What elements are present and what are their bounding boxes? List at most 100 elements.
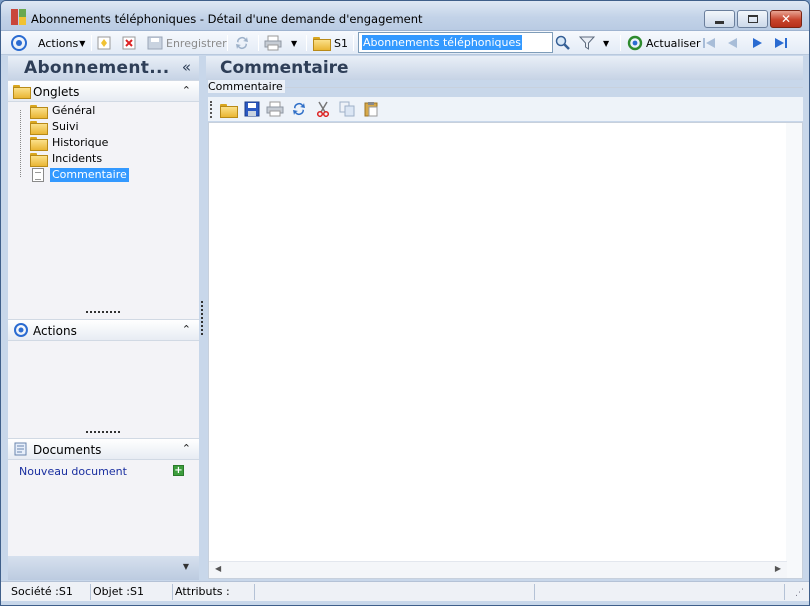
vertical-scrollbar[interactable] <box>786 123 802 578</box>
maximize-button[interactable] <box>737 10 768 28</box>
folder-icon <box>30 104 48 119</box>
filter-icon <box>579 36 595 50</box>
delete-button[interactable] <box>122 34 136 52</box>
last-record-button[interactable] <box>773 34 789 52</box>
status-bar: Société :S1 Objet :S1 Attributs : ⋰ <box>1 581 809 601</box>
vertical-splitter[interactable] <box>201 301 203 335</box>
splitter-grip[interactable] <box>86 311 120 314</box>
folder-icon <box>30 120 48 135</box>
save-button[interactable]: Enregistrer <box>147 34 227 52</box>
search-input[interactable]: Abonnements téléphoniques <box>358 32 553 53</box>
minimize-button[interactable] <box>704 10 735 28</box>
document-icon <box>32 167 44 182</box>
open-button[interactable] <box>220 101 238 119</box>
previous-icon <box>728 38 737 48</box>
tabs-section-header[interactable]: Onglets ⌃ <box>8 80 199 102</box>
refresh-icon <box>627 35 643 51</box>
window-title: Abonnements téléphoniques - Détail d'une… <box>31 12 423 26</box>
actions-menu-button[interactable]: Actions ▼ <box>38 34 85 52</box>
paste-button[interactable] <box>363 100 379 118</box>
new-record-button[interactable] <box>97 34 111 52</box>
collapse-chevron-icon[interactable]: ⌃ <box>182 84 191 97</box>
target-icon <box>14 323 28 337</box>
scroll-right-icon[interactable]: ▶ <box>775 564 781 573</box>
scroll-left-icon[interactable]: ◀ <box>215 564 221 573</box>
collapse-chevron-icon[interactable]: ⌃ <box>182 323 191 336</box>
target-icon[interactable] <box>11 34 27 52</box>
search-value: Abonnements téléphoniques <box>362 35 523 50</box>
folder-open-icon <box>220 104 238 118</box>
status-objet: Objet :S1 <box>91 584 173 600</box>
title-bar[interactable]: Abonnements téléphoniques - Détail d'une… <box>1 1 809 31</box>
tree-item-commentaire[interactable]: Commentaire <box>30 167 129 182</box>
s1-folder-button[interactable]: S1 <box>313 34 348 52</box>
resize-grip-icon[interactable]: ⋰ <box>795 588 804 598</box>
folder-icon <box>313 37 331 51</box>
dropdown-arrow-icon: ▼ <box>291 38 298 48</box>
comment-editor[interactable]: ◀ ▶ <box>208 122 803 579</box>
editor-toolbar <box>208 97 803 121</box>
copy-icon <box>339 101 355 117</box>
editor-save-button[interactable] <box>244 100 260 118</box>
print-button[interactable]: ▼ <box>264 34 297 52</box>
tree-item-label: Incidents <box>52 151 103 165</box>
copy-button[interactable] <box>339 100 355 118</box>
tree-item-general[interactable]: Général <box>30 103 97 119</box>
tabs-section-label: Onglets <box>33 85 80 99</box>
tree-item-label: Commentaire <box>50 167 129 182</box>
left-panel-header: Abonnement... « <box>8 56 199 80</box>
s1-label: S1 <box>334 36 348 50</box>
folder-icon <box>30 136 48 151</box>
tree-item-incidents[interactable]: Incidents <box>30 151 104 167</box>
tree-item-historique[interactable]: Historique <box>30 135 110 151</box>
application-window: Abonnements téléphoniques - Détail d'une… <box>0 0 810 606</box>
save-icon <box>244 101 260 117</box>
last-icon <box>775 38 787 48</box>
app-icon <box>11 9 27 25</box>
sync-icon <box>236 37 248 50</box>
sync-button[interactable] <box>234 34 250 52</box>
search-button[interactable] <box>555 34 571 52</box>
close-button[interactable]: ✕ <box>770 10 802 28</box>
group-divider <box>271 87 803 88</box>
dropdown-arrow-icon: ▼ <box>79 38 86 48</box>
add-document-icon[interactable]: + <box>173 465 184 476</box>
left-panel: Abonnement... « Onglets ⌃ Général Suivi … <box>8 56 199 580</box>
content-header: Commentaire <box>206 56 803 80</box>
cut-button[interactable] <box>315 100 331 118</box>
refresh-button[interactable]: Actualiser <box>627 34 701 52</box>
new-document-link[interactable]: Nouveau document <box>19 465 127 478</box>
save-label: Enregistrer <box>166 36 227 50</box>
new-record-icon <box>97 36 111 50</box>
folder-icon <box>30 152 48 167</box>
first-icon <box>703 38 715 48</box>
tree-item-label: Général <box>52 103 96 117</box>
print-icon <box>266 101 284 117</box>
sync-icon <box>293 103 305 115</box>
content-title: Commentaire <box>220 58 349 78</box>
folder-icon <box>13 85 31 99</box>
first-record-button[interactable] <box>701 34 717 52</box>
dropdown-arrow-icon: ▼ <box>603 38 610 48</box>
previous-record-button[interactable] <box>725 34 741 52</box>
horizontal-scrollbar[interactable]: ◀ ▶ <box>209 561 787 578</box>
editor-print-button[interactable] <box>266 100 284 118</box>
status-field-empty <box>535 584 785 600</box>
tree-item-label: Suivi <box>52 119 79 133</box>
chevron-down-icon: ▼ <box>182 562 189 571</box>
print-icon <box>264 35 282 51</box>
filter-button[interactable]: ▼ <box>579 34 609 52</box>
splitter-grip[interactable] <box>86 431 120 434</box>
tree-item-suivi[interactable]: Suivi <box>30 119 81 135</box>
documents-icon <box>14 442 27 456</box>
collapse-chevron-icon[interactable]: ⌃ <box>182 442 191 455</box>
actions-section-header[interactable]: Actions ⌃ <box>8 319 199 341</box>
actions-section-label: Actions <box>33 324 77 338</box>
editor-refresh-button[interactable] <box>291 100 307 118</box>
collapse-panel-icon[interactable]: « <box>182 58 191 76</box>
refresh-label: Actualiser <box>646 36 701 50</box>
magnifier-icon <box>555 35 570 50</box>
next-record-button[interactable] <box>749 34 765 52</box>
documents-section-header[interactable]: Documents ⌃ <box>8 438 199 460</box>
left-panel-footer[interactable]: ▼ <box>8 556 199 580</box>
